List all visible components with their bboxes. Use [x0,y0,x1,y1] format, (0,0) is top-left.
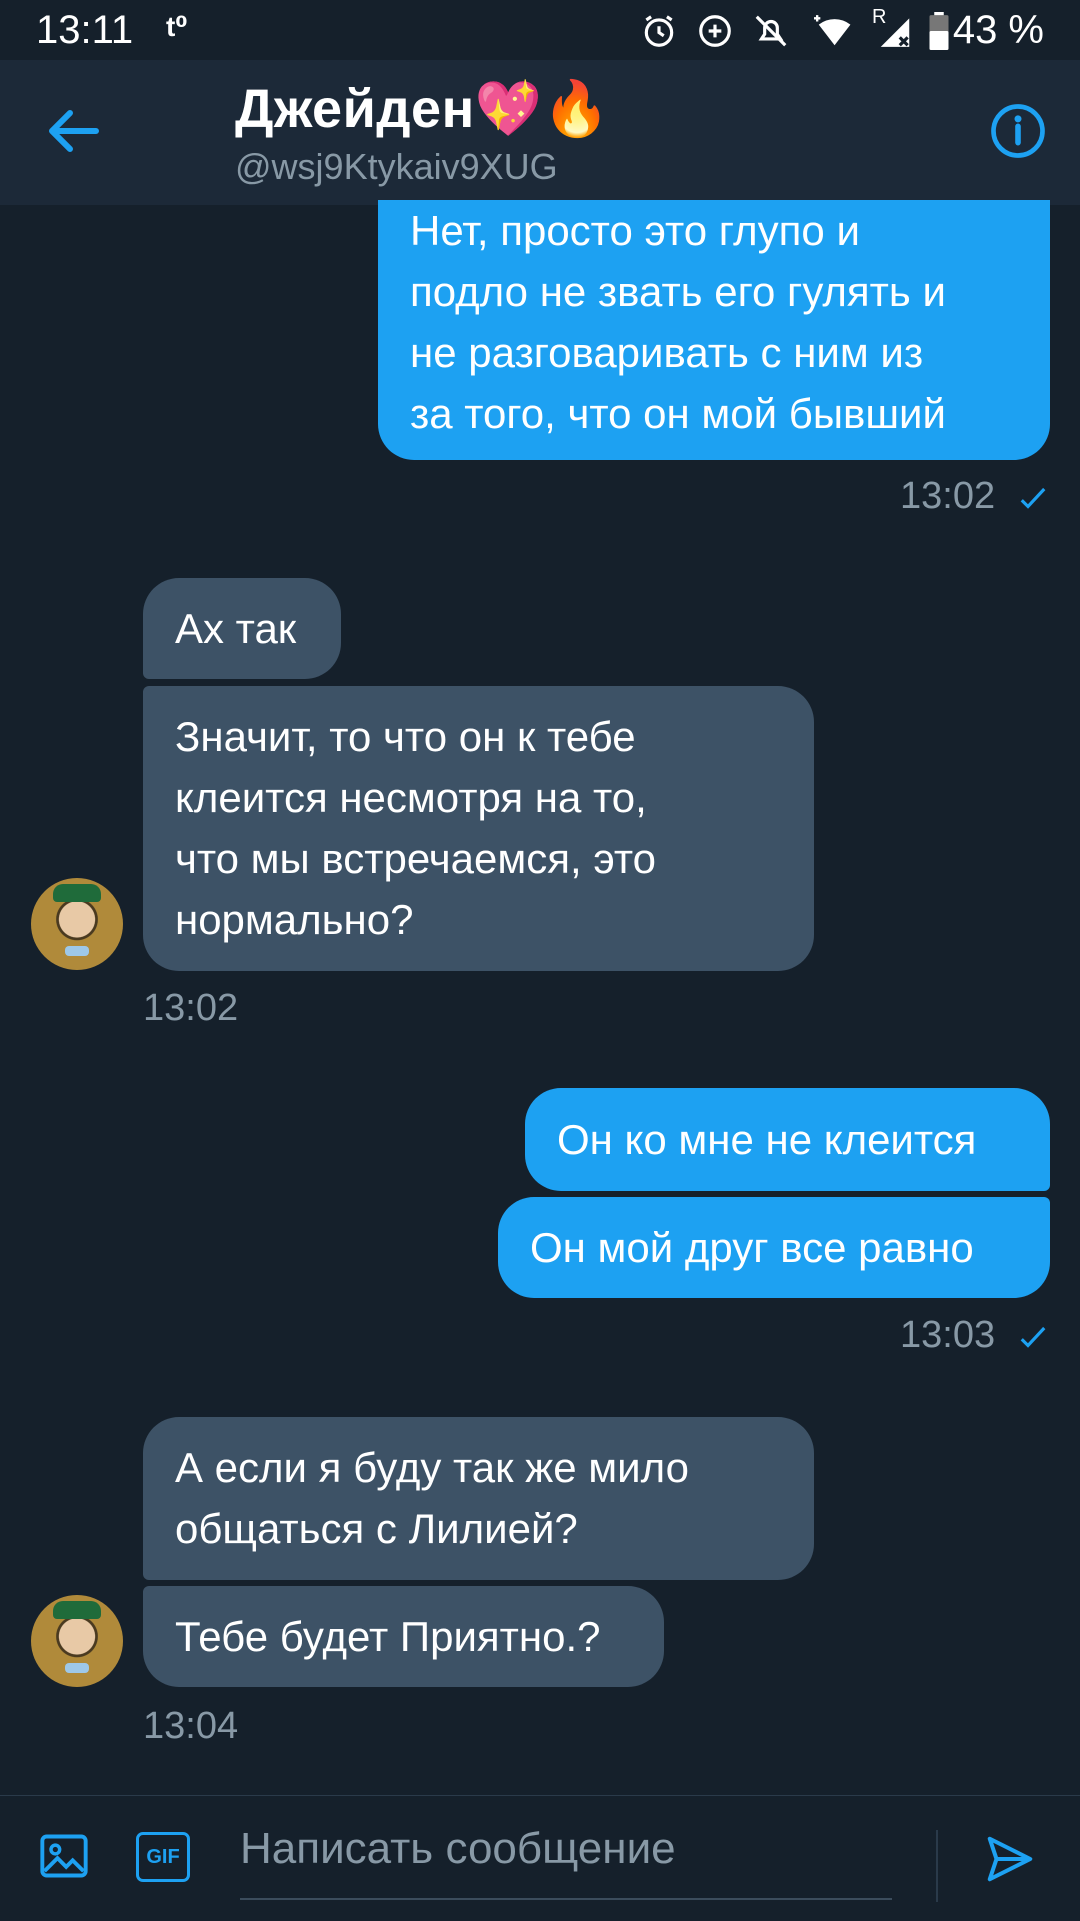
info-icon[interactable] [990,103,1046,159]
signal-icon [880,18,910,47]
message-bubble-outgoing[interactable]: Нет, просто это глупо и подло не звать е… [378,200,1050,460]
contact-avatar[interactable] [31,878,123,970]
seen-check-icon [1020,1326,1046,1348]
message-bubble-incoming[interactable]: Значит, то что он к тебе клеится несмотр… [143,686,814,971]
do-not-disturb-icon [755,15,787,47]
seen-check-icon [1020,487,1046,509]
message-text: нормально? [175,896,414,943]
wifi-icon [814,15,851,46]
input-underline [240,1898,892,1900]
message-timestamp: 13:03 [900,1314,996,1356]
status-bar [0,0,1080,60]
back-arrow-icon[interactable] [44,106,104,156]
contact-avatar[interactable] [31,1595,123,1687]
message-text: клеится несмотря на то, [175,774,647,821]
contact-emoji: 💖🔥 [474,79,611,139]
gif-button[interactable]: GIF [136,1832,190,1882]
notification-icon: t⁰ [166,11,188,42]
data-saver-icon [699,15,731,47]
message-text: Он ко мне не клеится [557,1116,977,1163]
message-text: что мы встречаемся, это [175,835,656,882]
message-text: Значит, то что он к тебе [175,713,636,760]
message-timestamp: 13:04 [143,1705,239,1747]
contact-name-text: Джейден [235,79,475,139]
message-bubble-incoming[interactable]: Тебе будет Приятно.? [143,1586,664,1687]
image-icon[interactable] [38,1830,90,1882]
message-bubble-incoming[interactable]: А если я буду так же мило общаться с Лил… [143,1417,814,1580]
battery-icon [929,12,949,50]
message-bubble-incoming[interactable]: Ах так [143,578,341,679]
message-text: Тебе будет Приятно.? [175,1613,601,1660]
message-timestamp: 13:02 [143,987,239,1029]
message-bubble-outgoing[interactable]: Он ко мне не клеится [525,1088,1050,1191]
status-time: 13:11 [36,8,134,52]
message-input[interactable]: Написать сообщение [240,1824,676,1874]
battery-percent: 43 % [952,8,1044,52]
message-text: общаться с Лилией? [175,1505,578,1552]
message-text: не разговаривать с ним из [410,329,924,376]
message-text: Ах так [175,605,297,652]
message-text: подло не звать его гулять и [410,268,946,315]
message-text: за того, что он мой бывший [410,390,946,437]
contact-handle: @wsj9Ktykaiv9XUG [235,146,558,187]
contact-name[interactable]: Джейден💖🔥 [235,78,610,141]
message-text: А если я буду так же мило [175,1444,689,1491]
composer-divider [936,1830,938,1902]
message-text: Нет, просто это глупо и [410,207,860,254]
message-bubble-outgoing[interactable]: Он мой друг все равно [498,1197,1050,1298]
message-timestamp: 13:02 [900,475,996,517]
alarm-icon [644,15,674,47]
send-icon[interactable] [982,1832,1038,1886]
message-text: Он мой друг все равно [530,1224,974,1271]
